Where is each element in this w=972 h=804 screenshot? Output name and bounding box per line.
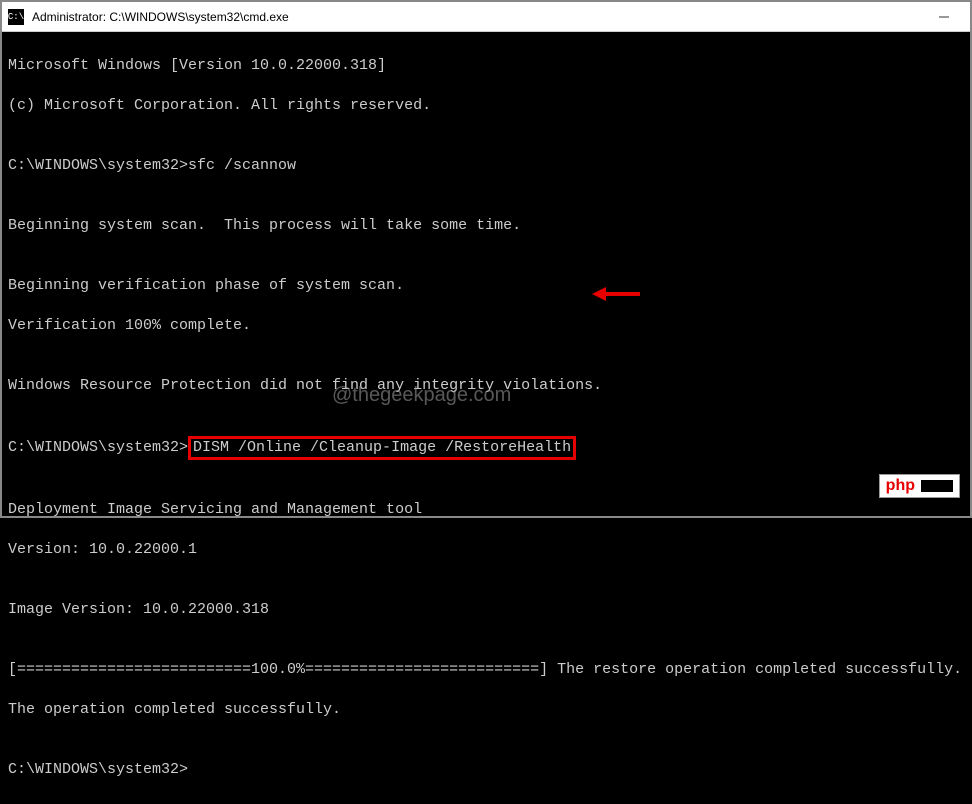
php-badge: php bbox=[879, 474, 960, 498]
command-text: sfc /scannow bbox=[188, 157, 296, 174]
output-line: [==========================100.0%=======… bbox=[8, 660, 964, 680]
prompt-line: C:\WINDOWS\system32>DISM /Online /Cleanu… bbox=[8, 436, 964, 460]
prompt-path: C:\WINDOWS\system32> bbox=[8, 157, 188, 174]
output-line: Version: 10.0.22000.1 bbox=[8, 540, 964, 560]
output-line: Microsoft Windows [Version 10.0.22000.31… bbox=[8, 56, 964, 76]
minimize-button[interactable] bbox=[924, 3, 964, 31]
badge-bar-icon bbox=[921, 480, 953, 492]
output-line: Verification 100% complete. bbox=[8, 316, 964, 336]
output-line: Beginning system scan. This process will… bbox=[8, 216, 964, 236]
output-line: Windows Resource Protection did not find… bbox=[8, 376, 964, 396]
highlighted-command: DISM /Online /Cleanup-Image /RestoreHeal… bbox=[188, 436, 576, 460]
terminal-output[interactable]: Microsoft Windows [Version 10.0.22000.31… bbox=[2, 32, 970, 804]
window-titlebar: C:\ Administrator: C:\WINDOWS\system32\c… bbox=[2, 2, 970, 32]
output-line: Image Version: 10.0.22000.318 bbox=[8, 600, 964, 620]
php-badge-text: php bbox=[886, 477, 915, 495]
output-line: (c) Microsoft Corporation. All rights re… bbox=[8, 96, 964, 116]
output-line: The operation completed successfully. bbox=[8, 700, 964, 720]
prompt-path: C:\WINDOWS\system32> bbox=[8, 761, 188, 778]
output-line: Beginning verification phase of system s… bbox=[8, 276, 964, 296]
annotation-arrow-icon bbox=[592, 284, 642, 309]
cmd-icon-label: C:\ bbox=[8, 12, 24, 22]
output-line: Deployment Image Servicing and Managemen… bbox=[8, 500, 964, 520]
cmd-icon: C:\ bbox=[8, 9, 24, 25]
prompt-line: C:\WINDOWS\system32>sfc /scannow bbox=[8, 156, 964, 176]
prompt-line: C:\WINDOWS\system32> bbox=[8, 760, 964, 780]
prompt-path: C:\WINDOWS\system32> bbox=[8, 439, 188, 456]
window-title: Administrator: C:\WINDOWS\system32\cmd.e… bbox=[32, 10, 289, 24]
